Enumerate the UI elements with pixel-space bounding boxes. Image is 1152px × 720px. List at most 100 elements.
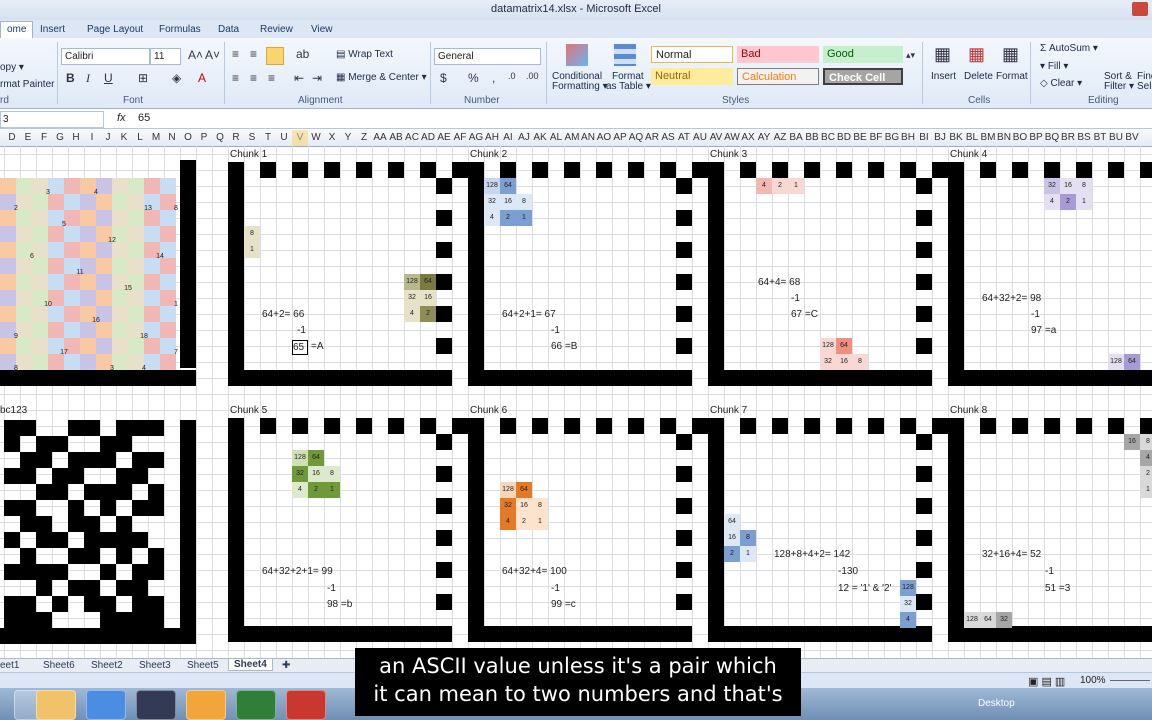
calc-line: -1 xyxy=(551,583,560,594)
video-subtitle: an ASCII value unless it's a pair which … xyxy=(355,648,801,716)
matrix-module xyxy=(36,612,52,628)
bit-cell: 2 xyxy=(1140,466,1152,482)
matrix-module xyxy=(916,178,932,194)
bit-cell: 16 xyxy=(308,466,324,482)
matrix-module xyxy=(132,420,148,436)
bit-cell: 2 xyxy=(772,178,788,194)
matrix-module xyxy=(260,418,276,434)
bit-cell: 64 xyxy=(836,338,852,354)
matrix-module xyxy=(100,564,116,580)
calc-line: -1 xyxy=(551,325,560,336)
cell-value: 8 xyxy=(174,205,178,212)
view-buttons[interactable]: ▣ ▤ ▥ xyxy=(1028,675,1072,688)
desktop-toolbar[interactable]: Desktop xyxy=(978,698,1015,709)
app-icon[interactable] xyxy=(136,690,176,720)
matrix-module xyxy=(100,532,116,548)
bit-cell: 8 xyxy=(1140,434,1152,450)
page-break-icon[interactable]: ▥ xyxy=(1052,676,1065,688)
bit-cell: 128 xyxy=(820,338,836,354)
bit-cell: 16 xyxy=(516,498,532,514)
calc-line: -1 xyxy=(1031,309,1040,320)
bit-cell: 4 xyxy=(756,178,772,194)
colored-cell xyxy=(96,290,112,306)
bit-cell: 32 xyxy=(484,194,500,210)
new-sheet-icon[interactable]: ✚ xyxy=(282,660,290,671)
explorer-icon[interactable] xyxy=(36,690,76,720)
matrix-module xyxy=(916,370,932,386)
matrix-module xyxy=(708,626,932,642)
calc-line: 64+32+2= 98 xyxy=(982,293,1042,304)
page-layout-icon[interactable]: ▤ xyxy=(1038,676,1051,688)
colored-cell xyxy=(144,290,160,306)
matrix-module xyxy=(868,162,884,178)
calc-line: 128+8+4+2= 142 xyxy=(774,549,851,560)
powerpoint-icon[interactable] xyxy=(286,690,326,720)
matrix-module xyxy=(500,162,516,178)
matrix-module xyxy=(436,242,452,258)
colored-cell xyxy=(64,290,80,306)
matrix-module xyxy=(772,418,788,434)
colored-cell xyxy=(0,290,16,306)
matrix-module xyxy=(132,596,148,612)
sheet-tab[interactable]: eet1 xyxy=(0,660,19,671)
bit-cell: 8 xyxy=(1076,178,1092,194)
matrix-module xyxy=(84,516,100,532)
matrix-module xyxy=(676,338,692,354)
cell-value: 6 xyxy=(30,253,34,260)
normal-view-icon[interactable]: ▣ xyxy=(1028,676,1038,688)
cell-value: 3 xyxy=(46,189,50,196)
sheet-tab[interactable]: Sheet3 xyxy=(139,660,171,671)
matrix-module xyxy=(324,162,340,178)
colored-cell xyxy=(0,306,16,322)
paint-icon[interactable] xyxy=(186,690,226,720)
bit-cell: 8 xyxy=(740,530,756,546)
sheet-tab-active[interactable]: Sheet4 xyxy=(228,659,273,671)
matrix-module xyxy=(20,468,36,484)
matrix-module xyxy=(676,274,692,290)
matrix-module xyxy=(692,418,708,434)
colored-cell xyxy=(16,274,32,290)
ie-icon[interactable] xyxy=(86,690,126,720)
matrix-module xyxy=(916,274,932,290)
matrix-module xyxy=(116,580,132,596)
matrix-module xyxy=(676,530,692,546)
subtitle-line: an ASCII value unless it's a pair which xyxy=(379,654,777,678)
calc-line: 64+4= 68 xyxy=(758,277,801,288)
sheet-tab[interactable]: Sheet6 xyxy=(43,660,75,671)
matrix-module xyxy=(868,418,884,434)
matrix-module xyxy=(116,468,132,484)
cell-value: 1 xyxy=(174,301,178,308)
matrix-module xyxy=(436,594,452,610)
matrix-module xyxy=(836,418,852,434)
cell-value: 12 xyxy=(108,237,116,244)
calc-line: 32+16+4= 52 xyxy=(982,549,1042,560)
matrix-module xyxy=(84,532,100,548)
matrix-module xyxy=(116,484,132,500)
colored-cell xyxy=(32,210,48,226)
sheet-tab[interactable]: Sheet2 xyxy=(91,660,123,671)
bit-cell: 32 xyxy=(1044,178,1060,194)
calc-line: -1 xyxy=(297,325,306,336)
cell-value: 8 xyxy=(14,365,18,372)
matrix-module xyxy=(500,418,516,434)
bit-cell: 4 xyxy=(292,482,308,498)
bit-cell: 32 xyxy=(820,354,836,370)
matrix-module xyxy=(436,274,452,290)
sheet-tab[interactable]: Sheet5 xyxy=(187,660,219,671)
selected-cell[interactable]: 65 xyxy=(292,340,308,355)
matrix-module xyxy=(916,498,932,514)
matrix-module xyxy=(116,516,132,532)
matrix-module xyxy=(52,564,68,580)
matrix-module xyxy=(116,420,132,436)
matrix-module xyxy=(148,500,164,516)
matrix-module xyxy=(100,596,116,612)
matrix-module xyxy=(676,306,692,322)
calc-line: 67 =C xyxy=(791,309,818,320)
zoom-slider[interactable] xyxy=(1110,680,1150,681)
bit-cell: 4 xyxy=(484,210,500,226)
colored-cell xyxy=(144,178,160,194)
zoom-level[interactable]: 100% xyxy=(1080,675,1106,686)
matrix-module xyxy=(948,162,964,386)
excel-icon[interactable] xyxy=(236,690,276,720)
colored-cell xyxy=(96,338,112,354)
